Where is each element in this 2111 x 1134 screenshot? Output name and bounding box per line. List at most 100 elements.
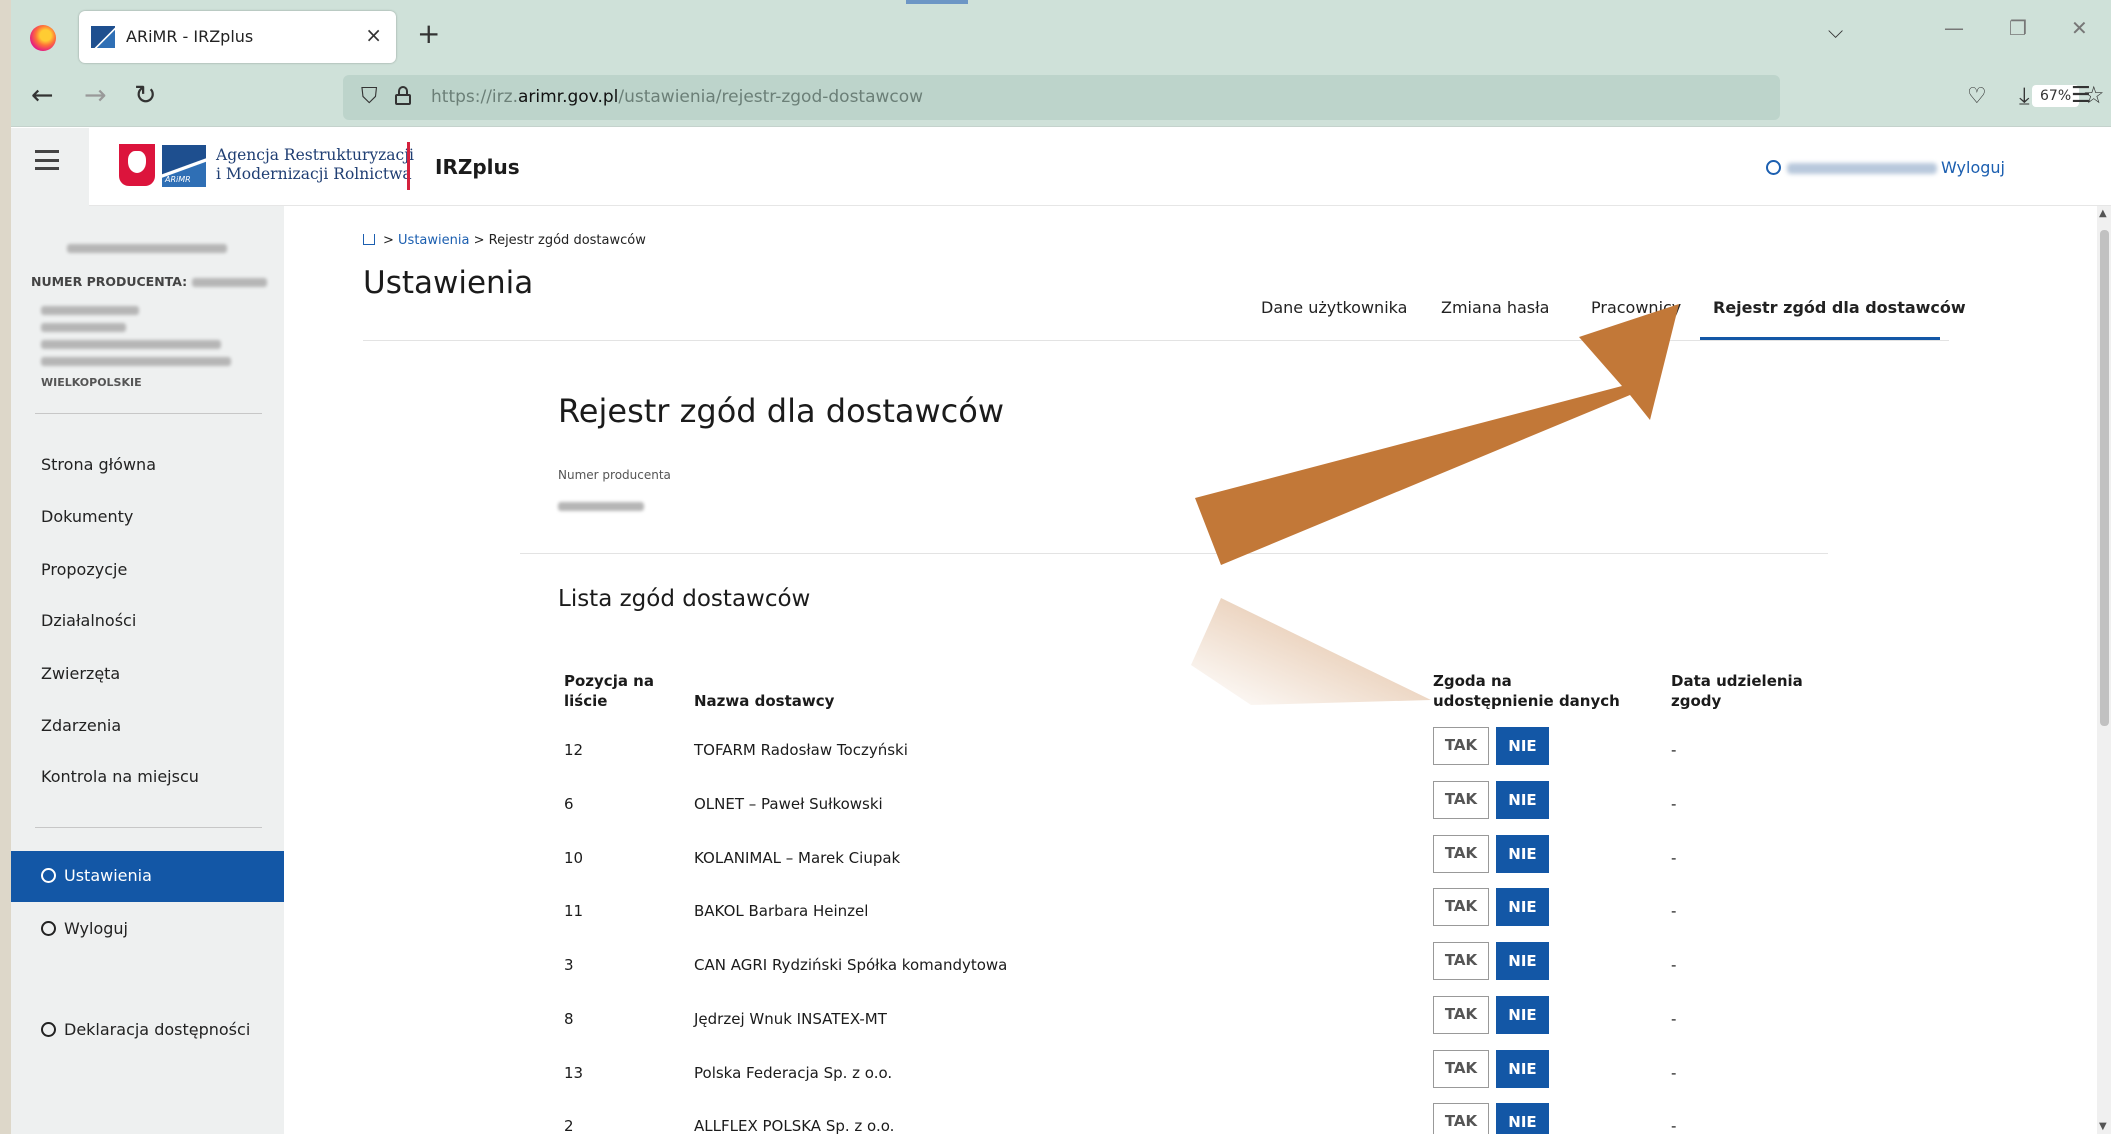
gear-icon — [41, 1022, 56, 1037]
browser-tab[interactable]: ARiMR - IRZplus × — [79, 11, 396, 63]
consent-no-button[interactable]: NIE — [1496, 1103, 1549, 1134]
close-tab-icon[interactable]: × — [365, 23, 382, 47]
column-header-date: Data udzielenia zgody — [1671, 672, 1803, 710]
close-window-icon[interactable]: ✕ — [2071, 16, 2088, 40]
back-icon[interactable]: ← — [31, 80, 54, 111]
arimr-logo: ARiMR — [162, 145, 206, 187]
sidebar-item-animals[interactable]: Zwierzęta — [41, 664, 120, 683]
sidebar-item-activities[interactable]: Działalności — [41, 611, 136, 630]
menu-icon[interactable]: ☰ — [2071, 83, 2091, 108]
consent-date-cell: - — [1671, 956, 1677, 974]
app-brand: IRZplus — [435, 155, 520, 179]
consent-no-button[interactable]: NIE — [1496, 781, 1549, 819]
consent-yes-button[interactable]: TAK — [1433, 942, 1489, 980]
column-header-consent: Zgoda na udostępnienie danych — [1433, 672, 1620, 710]
consent-no-button[interactable]: NIE — [1496, 942, 1549, 980]
sidebar-item-events[interactable]: Zdarzenia — [41, 716, 121, 735]
consent-yes-button[interactable]: TAK — [1433, 888, 1489, 926]
sidebar-item-inspection[interactable]: Kontrola na miejscu — [41, 767, 199, 786]
region-text: WIELKOPOLSKIE — [41, 376, 142, 389]
scrollbar-thumb[interactable] — [2100, 230, 2109, 726]
sidebar-item-home[interactable]: Strona główna — [41, 455, 156, 474]
minimize-icon[interactable]: — — [1944, 16, 1964, 40]
firefox-icon[interactable] — [30, 25, 56, 51]
address-redacted — [41, 306, 139, 315]
section-title: Rejestr zgód dla dostawców — [558, 392, 1004, 430]
table-row: 2 ALLFLEX POLSKA Sp. z o.o. TAK NIE - — [564, 1103, 1844, 1134]
url-text[interactable]: https://irz.arimr.gov.pl/ustawienia/reje… — [431, 87, 923, 107]
consent-yes-button[interactable]: TAK — [1433, 727, 1489, 765]
table-row: 10 KOLANIMAL – Marek Ciupak TAK NIE - — [564, 835, 1844, 903]
tabs-divider — [363, 340, 1949, 341]
forward-icon[interactable]: → — [84, 80, 107, 111]
page-scrollbar[interactable]: ▲ ▼ — [2097, 206, 2111, 1134]
home-icon[interactable] — [363, 234, 375, 245]
sidebar-item-accessibility[interactable]: Deklaracja dostępności — [41, 1020, 250, 1039]
supplier-name-cell: TOFARM Radosław Toczyński — [694, 741, 908, 759]
section-divider — [520, 553, 1828, 554]
column-header-supplier: Nazwa dostawcy — [694, 692, 835, 710]
gear-icon — [41, 868, 56, 883]
sidebar-item-logout[interactable]: Wyloguj — [41, 919, 128, 938]
navigation-toolbar: ← → ↻ ⛉ https://irz.arimr.gov.pl/ustawie… — [11, 72, 2111, 127]
new-tab-button[interactable]: + — [417, 17, 440, 50]
position-cell: 13 — [564, 1064, 584, 1082]
sidebar-divider — [35, 413, 262, 414]
position-cell: 6 — [564, 795, 574, 813]
consent-date-cell: - — [1671, 902, 1677, 920]
supplier-name-cell: CAN AGRI Rydziński Spółka komandytowa — [694, 956, 1008, 974]
scroll-down-icon[interactable]: ▼ — [2099, 1121, 2107, 1132]
supplier-name-cell: Jędrzej Wnuk INSATEX-MT — [694, 1010, 887, 1028]
consent-yes-button[interactable]: TAK — [1433, 781, 1489, 819]
consent-no-button[interactable]: NIE — [1496, 888, 1549, 926]
consent-no-button[interactable]: NIE — [1496, 727, 1549, 765]
address-bar[interactable]: ⛉ https://irz.arimr.gov.pl/ustawienia/re… — [343, 75, 2105, 120]
breadcrumb-settings-link[interactable]: Ustawienia — [398, 233, 469, 248]
list-tabs-icon[interactable]: ⌵ — [1828, 19, 1843, 43]
supplier-name-cell: KOLANIMAL – Marek Ciupak — [694, 849, 901, 867]
consent-yes-button[interactable]: TAK — [1433, 1103, 1489, 1134]
arrow-shadow — [1191, 598, 1431, 705]
lock-icon[interactable] — [395, 86, 411, 105]
address-redacted — [41, 340, 221, 349]
consent-no-button[interactable]: NIE — [1496, 1050, 1549, 1088]
position-cell: 2 — [564, 1117, 574, 1134]
consent-yes-button[interactable]: TAK — [1433, 835, 1489, 873]
arimr-favicon-icon — [91, 26, 115, 48]
sidebar-item-label: Deklaracja dostępności — [64, 1020, 251, 1039]
supplier-name-cell: ALLFLEX POLSKA Sp. z o.o. — [694, 1117, 895, 1134]
producer-number-label: NUMER PRODUCENTA: — [31, 274, 267, 289]
position-cell: 8 — [564, 1010, 574, 1028]
hamburger-icon[interactable] — [35, 150, 59, 170]
tab-change-password[interactable]: Zmiana hasła — [1441, 298, 1549, 317]
reload-icon[interactable]: ↻ — [134, 80, 157, 111]
sidebar-item-label: Ustawienia — [64, 866, 152, 885]
consent-yes-button[interactable]: TAK — [1433, 996, 1489, 1034]
tab-user-data[interactable]: Dane użytkownika — [1261, 298, 1407, 317]
sidebar-item-proposals[interactable]: Propozycje — [41, 560, 127, 579]
consent-date-cell: - — [1671, 1010, 1677, 1028]
consent-no-button[interactable]: NIE — [1496, 996, 1549, 1034]
site-header: ARiMR Agencja Restrukturyzacji i Moderni… — [11, 128, 2111, 206]
header-divider — [407, 142, 410, 190]
sidebar-item-documents[interactable]: Dokumenty — [41, 507, 133, 526]
shield-icon[interactable]: ⛉ — [361, 84, 378, 109]
tab-employees[interactable]: Pracownicy — [1591, 298, 1681, 317]
position-cell: 3 — [564, 956, 574, 974]
consent-date-cell: - — [1671, 849, 1677, 867]
consent-no-button[interactable]: NIE — [1496, 835, 1549, 873]
download-icon[interactable]: ⤓ — [2019, 82, 2030, 110]
breadcrumb: > Ustawienia > Rejestr zgód dostawców — [363, 233, 646, 248]
tab-title: ARiMR - IRZplus — [126, 27, 254, 46]
header-logout-link[interactable]: Wyloguj — [1766, 158, 2005, 177]
scroll-up-icon[interactable]: ▲ — [2099, 208, 2107, 219]
pocket-icon[interactable]: ♡ — [1967, 84, 1987, 109]
consent-yes-button[interactable]: TAK — [1433, 1050, 1489, 1088]
tab-supplier-consents[interactable]: Rejestr zgód dla dostawców — [1713, 298, 1966, 317]
producer-number-redacted — [558, 502, 644, 511]
producer-number-field-label: Numer producenta — [558, 468, 671, 482]
sidebar-item-label: Wyloguj — [64, 919, 128, 938]
list-title: Lista zgód dostawców — [558, 586, 811, 612]
sidebar-item-settings[interactable]: Ustawienia — [11, 851, 284, 902]
restore-icon[interactable]: ❐ — [2009, 16, 2027, 40]
